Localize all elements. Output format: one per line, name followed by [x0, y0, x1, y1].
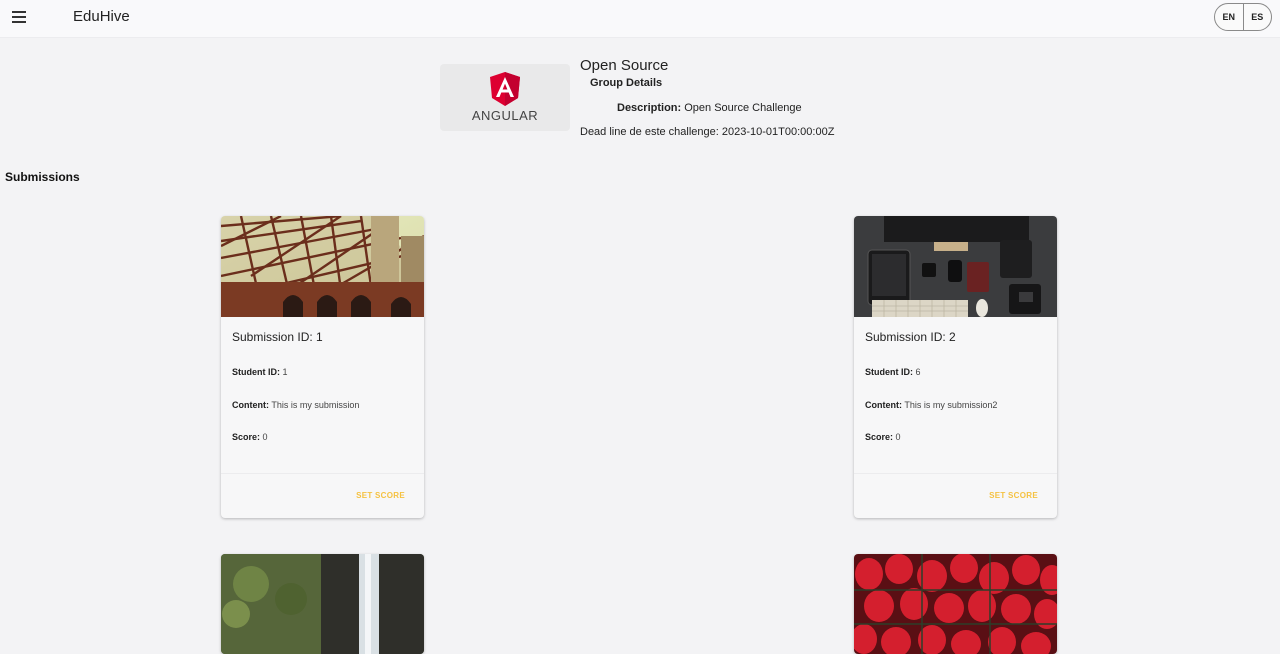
description-value: Open Source Challenge	[684, 102, 802, 114]
angular-logo-icon	[490, 72, 520, 106]
content-field: Content: This is my submission	[232, 400, 359, 410]
waterfall-photo	[221, 554, 424, 654]
content-value: This is my submission	[271, 400, 360, 410]
submission-title: Submission ID: 2	[865, 330, 956, 344]
submission-title: Submission ID: 1	[232, 330, 323, 344]
logo-text: ANGULAR	[471, 108, 539, 123]
top-app-bar: EduHive EN ES	[0, 0, 1280, 38]
lang-es-button[interactable]: ES	[1242, 4, 1272, 30]
student-id-label: Student ID:	[865, 367, 913, 377]
deadline-value: 2023-10-01T00:00:00Z	[721, 126, 835, 138]
content-field: Content: This is my submission2	[865, 400, 997, 410]
content-value: This is my submission2	[904, 400, 998, 410]
submission-card: Submission ID: 2 Student ID: 6 Content: …	[854, 216, 1057, 518]
submission-card	[854, 554, 1057, 654]
student-id-label: Student ID:	[232, 367, 280, 377]
app-title: EduHive	[73, 8, 130, 25]
submissions-heading: Submissions	[5, 170, 80, 184]
score-field: Score: 0	[865, 432, 901, 442]
menu-icon[interactable]	[12, 11, 26, 23]
challenge-description: Description: Open Source Challenge	[617, 102, 802, 114]
desk-photo	[854, 216, 1057, 317]
student-id-field: Student ID: 1	[232, 367, 288, 377]
card-actions: SET SCORE	[221, 473, 424, 518]
group-details-link[interactable]: Group Details	[590, 77, 662, 89]
submission-card	[221, 554, 424, 654]
score-value: 0	[895, 432, 901, 442]
score-label: Score:	[865, 432, 894, 442]
content-label: Content:	[865, 400, 902, 410]
card-actions: SET SCORE	[854, 473, 1057, 518]
lang-en-button[interactable]: EN	[1215, 4, 1243, 30]
challenge-deadline: Dead line de este challenge: 2023-10-01T…	[580, 126, 834, 138]
score-value: 0	[262, 432, 268, 442]
student-id-field: Student ID: 6	[865, 367, 921, 377]
bridge-photo	[221, 216, 424, 317]
student-id-value: 1	[282, 367, 288, 377]
score-label: Score:	[232, 432, 261, 442]
language-toggle: EN ES	[1214, 3, 1272, 31]
set-score-button[interactable]: SET SCORE	[356, 491, 405, 500]
student-id-value: 6	[915, 367, 921, 377]
strawberries-photo	[854, 554, 1057, 654]
score-field: Score: 0	[232, 432, 268, 442]
description-label: Description:	[617, 102, 682, 114]
set-score-button[interactable]: SET SCORE	[989, 491, 1038, 500]
challenge-title: Open Source	[580, 57, 669, 74]
submission-card: Submission ID: 1 Student ID: 1 Content: …	[221, 216, 424, 518]
challenge-logo: ANGULAR	[440, 64, 570, 131]
content-label: Content:	[232, 400, 269, 410]
deadline-label: Dead line de este challenge:	[580, 126, 719, 138]
